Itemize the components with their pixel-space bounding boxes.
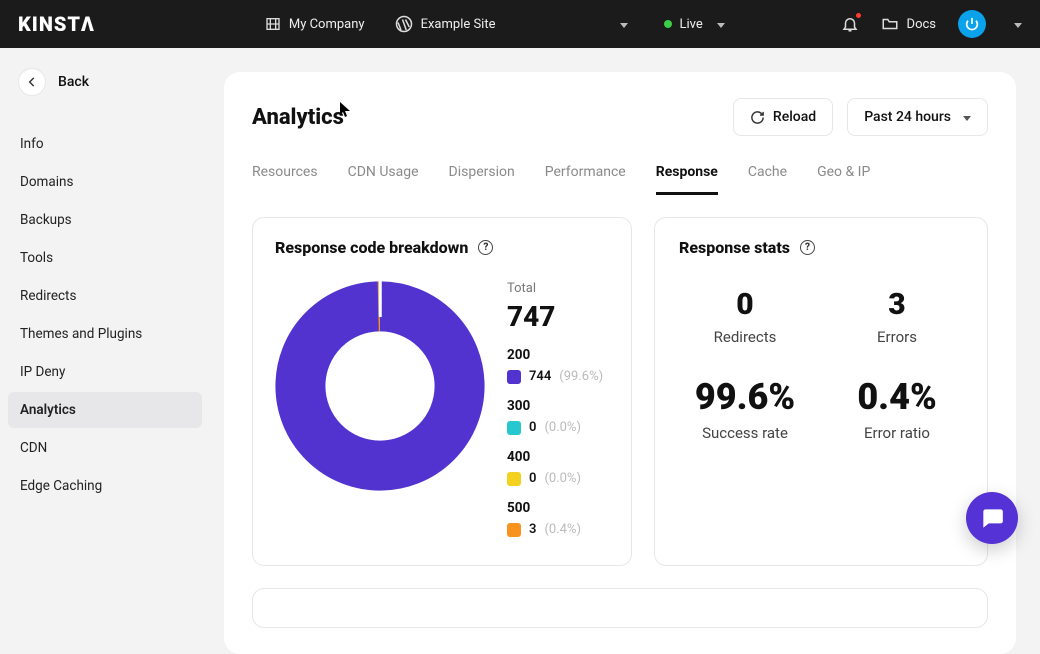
chevron-down-icon: [711, 17, 725, 32]
total-value: 747: [507, 300, 607, 333]
status-dot-icon: [664, 20, 672, 28]
docs-label: Docs: [907, 17, 936, 32]
arrow-left-icon: [25, 75, 39, 89]
company-label: My Company: [289, 17, 365, 32]
chevron-down-icon: [959, 109, 971, 125]
period-select[interactable]: Past 24 hours: [847, 98, 988, 136]
help-icon[interactable]: ?: [478, 240, 493, 255]
tab-cdn-usage[interactable]: CDN Usage: [348, 156, 419, 195]
error-ratio-label: Error ratio: [831, 424, 963, 442]
period-label: Past 24 hours: [864, 109, 951, 125]
legend-code: 300: [507, 398, 607, 414]
legend-swatch: [507, 370, 521, 384]
reload-icon: [750, 110, 765, 125]
tab-cache[interactable]: Cache: [748, 156, 787, 195]
legend-value: 0: [529, 471, 536, 486]
sidebar-item-cdn[interactable]: CDN: [8, 430, 202, 466]
help-icon[interactable]: ?: [800, 240, 815, 255]
company-icon: [265, 16, 281, 32]
legend-group-400: 400 0 (0.0%): [507, 449, 607, 486]
success-rate-value: 99.6%: [679, 376, 811, 418]
sidebar-item-domains[interactable]: Domains: [8, 164, 202, 200]
sidebar: Back InfoDomainsBackupsToolsRedirectsThe…: [0, 48, 210, 654]
chat-icon: [979, 505, 1005, 531]
sidebar-item-analytics[interactable]: Analytics: [8, 392, 202, 428]
site-label: Example Site: [421, 17, 496, 32]
legend-swatch: [507, 421, 521, 435]
legend-group-200: 200 744 (99.6%): [507, 347, 607, 384]
env-label: Live: [680, 17, 703, 32]
tab-performance[interactable]: Performance: [545, 156, 626, 195]
redirects-label: Redirects: [679, 328, 811, 346]
legend-swatch: [507, 523, 521, 537]
reload-button[interactable]: Reload: [733, 98, 833, 136]
sidebar-item-tools[interactable]: Tools: [8, 240, 202, 276]
total-label: Total: [507, 281, 607, 296]
back-label: Back: [58, 74, 89, 90]
content-card: Analytics Reload Past 24 hours Resources…: [224, 72, 1016, 654]
legend-code: 500: [507, 500, 607, 516]
stat-redirects: 0 Redirects: [679, 287, 811, 346]
stats-title: Response stats: [679, 238, 790, 257]
legend-swatch: [507, 472, 521, 486]
tabs: Resources CDN Usage Dispersion Performance R…: [252, 156, 988, 195]
tab-resources[interactable]: Resources: [252, 156, 318, 195]
sidebar-item-edge-caching[interactable]: Edge Caching: [8, 468, 202, 504]
legend-group-500: 500 3 (0.4%): [507, 500, 607, 537]
avatar[interactable]: [958, 10, 986, 38]
donut-chart: [275, 281, 485, 491]
legend-value: 0: [529, 420, 536, 435]
legend-percent: (0.4%): [544, 522, 581, 537]
tab-response[interactable]: Response: [656, 156, 718, 195]
main: Analytics Reload Past 24 hours Resources…: [210, 48, 1040, 654]
stat-errors: 3 Errors: [831, 287, 963, 346]
logo: KINSTΛ: [18, 12, 95, 36]
chevron-down-icon[interactable]: [1008, 16, 1022, 32]
stat-error-ratio: 0.4% Error ratio: [831, 376, 963, 442]
legend-percent: (99.6%): [559, 369, 603, 384]
wordpress-icon: [395, 15, 413, 33]
errors-label: Errors: [831, 328, 963, 346]
chart-legend: Total 747 200 744 (99.6%) 300 0 (0.0%) 400 0 (0.…: [507, 281, 607, 537]
site-switcher[interactable]: Example Site: [395, 15, 628, 33]
sidebar-item-ip-deny[interactable]: IP Deny: [8, 354, 202, 390]
tab-geo-ip[interactable]: Geo & IP: [817, 156, 870, 195]
chat-button[interactable]: [966, 492, 1018, 544]
sidebar-item-redirects[interactable]: Redirects: [8, 278, 202, 314]
response-breakdown-card: Response code breakdown ? Total: [252, 217, 632, 566]
breakdown-title: Response code breakdown: [275, 238, 468, 257]
back-button[interactable]: [18, 68, 46, 96]
legend-code: 200: [507, 347, 607, 363]
env-switcher[interactable]: Live: [664, 17, 725, 32]
response-stats-card: Response stats ? 0 Redirects 3 Errors: [654, 217, 988, 566]
sidebar-item-backups[interactable]: Backups: [8, 202, 202, 238]
sidebar-item-info[interactable]: Info: [8, 126, 202, 162]
reload-label: Reload: [773, 109, 816, 125]
notifications-button[interactable]: [841, 15, 859, 33]
next-card-peek: [252, 588, 988, 628]
docs-link[interactable]: Docs: [881, 15, 936, 33]
sidebar-item-themes-and-plugins[interactable]: Themes and Plugins: [8, 316, 202, 352]
notification-badge: [855, 12, 862, 19]
stat-success-rate: 99.6% Success rate: [679, 376, 811, 442]
legend-code: 400: [507, 449, 607, 465]
legend-group-300: 300 0 (0.0%): [507, 398, 607, 435]
legend-value: 744: [529, 369, 551, 384]
back-row[interactable]: Back: [8, 62, 202, 102]
redirects-value: 0: [679, 287, 811, 322]
page-title: Analytics: [252, 105, 344, 130]
company-switcher[interactable]: My Company: [265, 16, 365, 32]
tab-dispersion[interactable]: Dispersion: [449, 156, 515, 195]
folder-icon: [881, 15, 899, 33]
success-rate-label: Success rate: [679, 424, 811, 442]
chevron-down-icon: [614, 17, 628, 32]
power-icon: [964, 16, 980, 32]
errors-value: 3: [831, 287, 963, 322]
error-ratio-value: 0.4%: [831, 376, 963, 418]
app-header: KINSTΛ My Company Example Site Live Docs: [0, 0, 1040, 48]
legend-value: 3: [529, 522, 536, 537]
legend-percent: (0.0%): [544, 420, 581, 435]
legend-percent: (0.0%): [544, 471, 581, 486]
